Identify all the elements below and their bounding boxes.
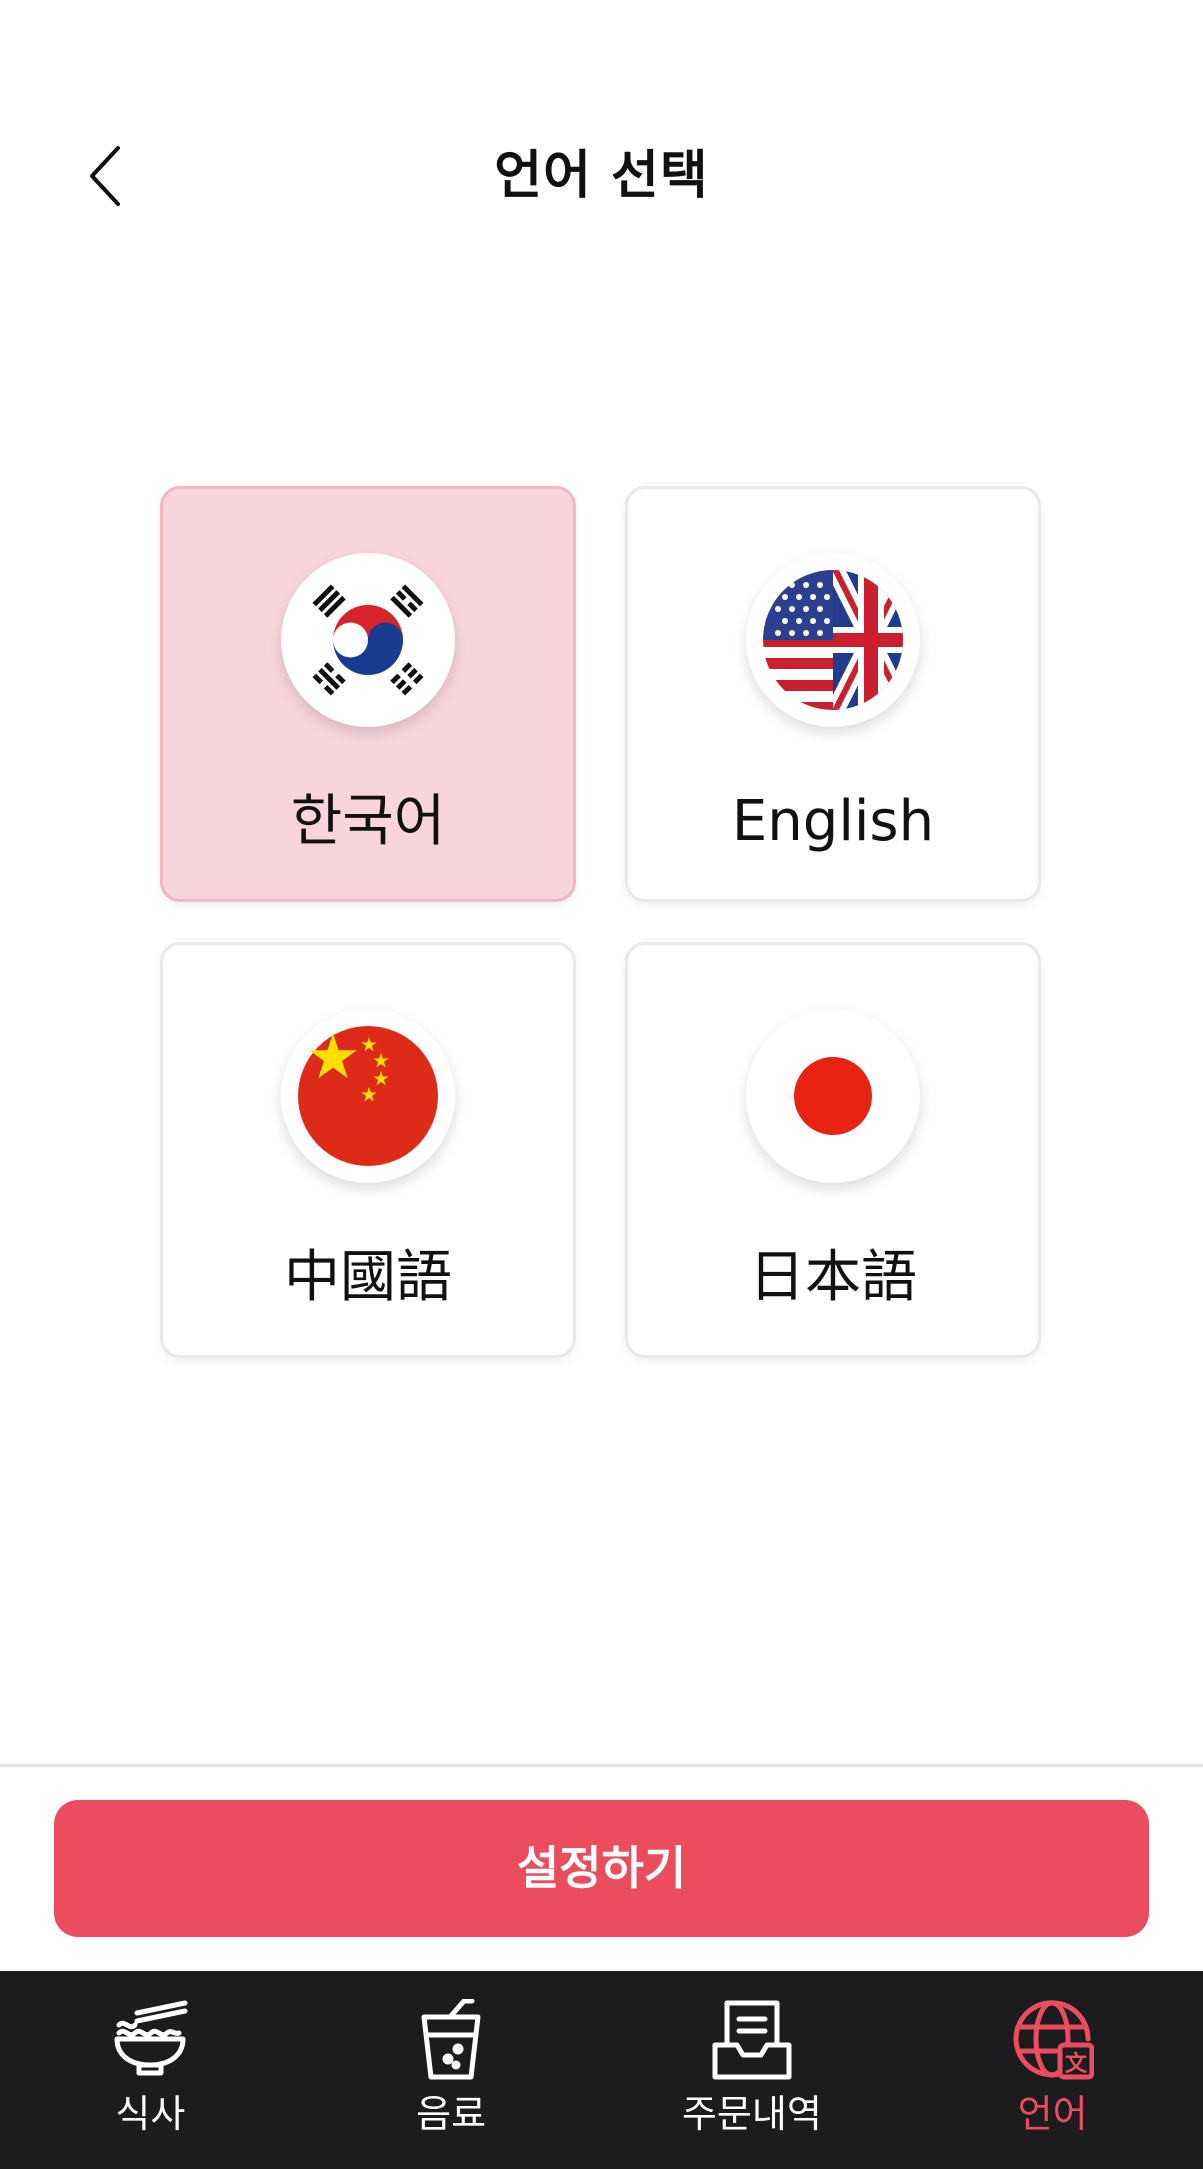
flag-frame bbox=[746, 1009, 920, 1183]
bottom-navigation: 식사 음료 주문내역 文 언어 bbox=[0, 1971, 1203, 2169]
language-label-english: English bbox=[731, 789, 935, 854]
flag-frame bbox=[281, 553, 455, 727]
inbox-tray-icon bbox=[712, 2000, 792, 2080]
language-card-japanese[interactable]: 日本語 bbox=[625, 942, 1041, 1358]
nav-item-meal[interactable]: 식사 bbox=[0, 1971, 301, 2169]
language-label-korean: 한국어 bbox=[290, 789, 446, 854]
noodle-bowl-icon bbox=[114, 2000, 188, 2076]
language-card-english[interactable]: English bbox=[625, 486, 1041, 902]
globe-language-icon: 文 bbox=[1013, 2000, 1094, 2080]
nav-label-drink: 음료 bbox=[416, 2092, 487, 2136]
page-title: 언어 선택 bbox=[494, 146, 709, 206]
korea-flag-icon bbox=[293, 565, 443, 715]
nav-label-meal: 식사 bbox=[115, 2092, 186, 2136]
nav-item-drink[interactable]: 음료 bbox=[301, 1971, 602, 2169]
language-card-korean[interactable]: 한국어 bbox=[160, 486, 576, 902]
japan-flag-icon bbox=[763, 1026, 903, 1166]
language-card-chinese[interactable]: 中國語 bbox=[160, 942, 576, 1358]
flag-frame bbox=[281, 1009, 455, 1183]
nav-label-order-history: 주문내역 bbox=[681, 2092, 822, 2136]
nav-item-order-history[interactable]: 주문내역 bbox=[602, 1971, 903, 2169]
language-label-chinese: 中國語 bbox=[284, 1245, 452, 1310]
footer-divider bbox=[0, 1764, 1203, 1767]
language-label-japanese: 日本語 bbox=[749, 1245, 917, 1310]
confirm-button[interactable]: 설정하기 bbox=[54, 1800, 1149, 1937]
drink-cup-icon bbox=[421, 1999, 481, 2080]
nav-label-language: 언어 bbox=[1017, 2092, 1088, 2136]
china-flag-icon bbox=[298, 1026, 438, 1166]
flag-frame bbox=[746, 553, 920, 727]
header: 언어 선택 bbox=[0, 0, 1203, 260]
us-uk-flag-icon bbox=[758, 565, 908, 715]
nav-item-language[interactable]: 文 언어 bbox=[902, 1971, 1203, 2169]
svg-text:文: 文 bbox=[1065, 2051, 1088, 2077]
